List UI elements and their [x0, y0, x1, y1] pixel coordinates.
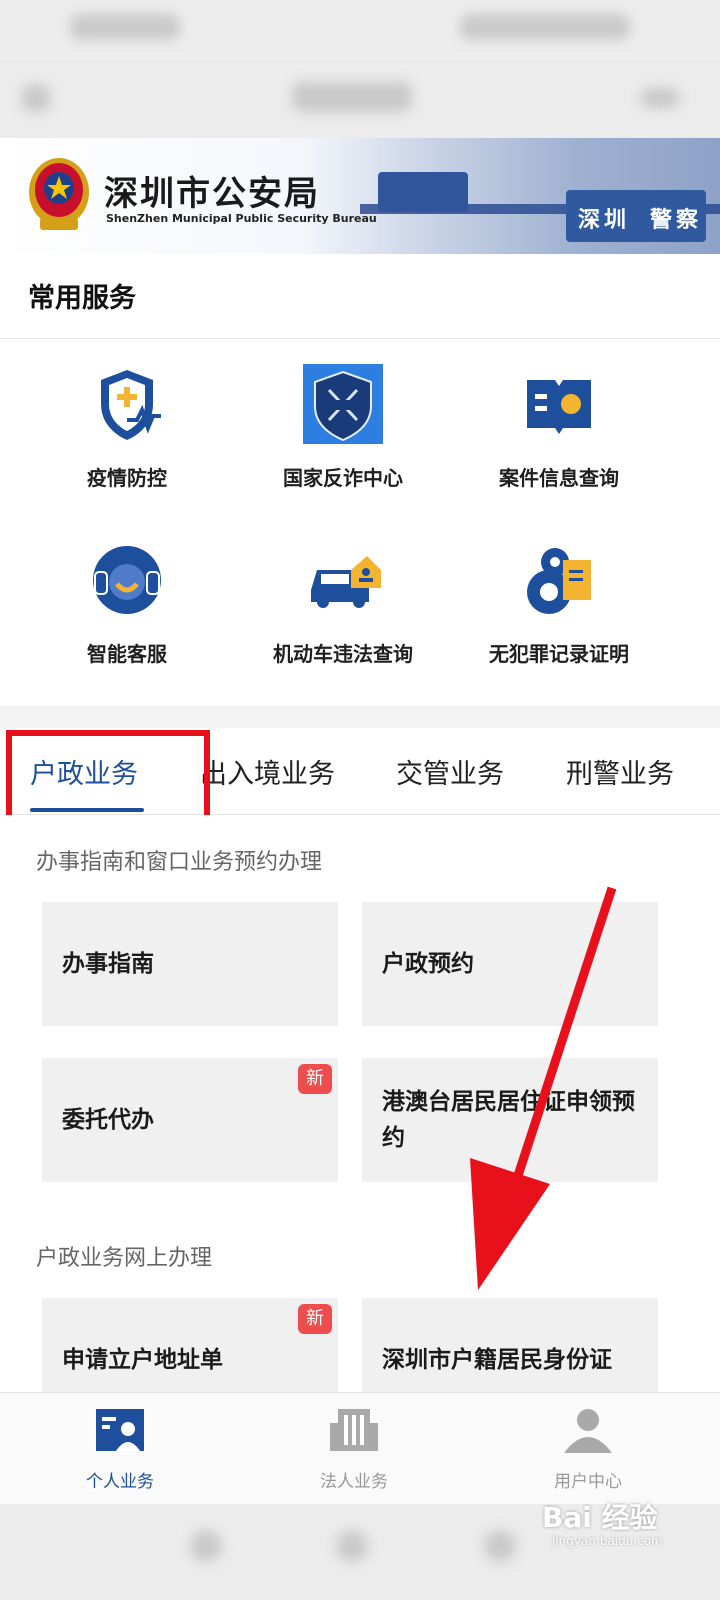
system-home-icon[interactable]: [336, 1530, 368, 1562]
bottom-navigation: 个人业务 法人业务 用户中心: [0, 1392, 720, 1504]
brand-title: 深圳市公安局: [104, 174, 320, 214]
system-back-icon[interactable]: [190, 1530, 222, 1562]
service-smart-support[interactable]: 智能客服: [12, 540, 242, 667]
card-guide[interactable]: 办事指南: [42, 902, 338, 1026]
card-title: 港澳台居民居住证申领预约: [382, 1089, 635, 1151]
service-label: 无犯罪记录证明: [489, 642, 629, 666]
service-no-crime-certificate[interactable]: 无犯罪记录证明: [444, 540, 674, 667]
card-title: 申请立户地址单: [62, 1347, 223, 1373]
nav-bar: [0, 60, 720, 138]
user-icon: [564, 1409, 612, 1453]
card-entrust[interactable]: 委托代办 新: [42, 1058, 338, 1182]
tab-traffic[interactable]: 交管业务: [396, 752, 504, 791]
tab-criminal[interactable]: 刑警业务: [566, 752, 674, 791]
card-household-appointment[interactable]: 户政预约: [362, 902, 658, 1026]
new-badge: 新: [298, 1304, 332, 1334]
tab-exit-entry[interactable]: 出入境业务: [200, 752, 335, 791]
service-label: 机动车违法查询: [273, 642, 413, 666]
status-time-blur: [70, 14, 180, 40]
card-title: 委托代办: [62, 1107, 154, 1133]
brand-subtitle: ShenZhen Municipal Public Security Burea…: [106, 212, 377, 225]
card-title: 深圳市户籍居民身份证: [382, 1347, 612, 1373]
service-label: 疫情防控: [87, 466, 167, 490]
banner-sign-text-1: 深圳: [578, 208, 631, 233]
service-label: 国家反诈中心: [283, 466, 403, 490]
watermark-logo: Bai 经验: [542, 1501, 658, 1534]
car-violation-icon: [311, 556, 381, 608]
personal-icon: [96, 1409, 144, 1451]
banner-sign: [378, 172, 468, 212]
no-crime-certificate-icon: [527, 548, 591, 614]
system-recent-icon[interactable]: [484, 1530, 516, 1562]
card-address-form[interactable]: 申请立户地址单 新: [42, 1298, 338, 1392]
banner-sign-text-2: 警察: [650, 208, 703, 233]
back-icon[interactable]: [22, 84, 50, 112]
divider: [0, 338, 720, 339]
nav-label: 用户中心: [554, 1472, 622, 1492]
common-services-title: 常用服务: [28, 283, 136, 314]
nav-label: 法人业务: [320, 1472, 388, 1492]
header-banner: 深圳 警察 深圳市公安局 ShenZhen Municipal Public S…: [0, 138, 720, 254]
service-epidemic[interactable]: 疫情防控: [12, 364, 242, 491]
more-icon[interactable]: [640, 88, 680, 108]
smart-service-icon: [93, 546, 161, 614]
watermark-url: jingyan.baidu.com: [552, 1534, 663, 1548]
service-anti-fraud[interactable]: 国家反诈中心: [228, 364, 458, 491]
card-hkmt-residence-permit[interactable]: 港澳台居民居住证申领预约: [362, 1058, 658, 1182]
building-icon: [330, 1409, 378, 1451]
service-label: 智能客服: [87, 642, 167, 666]
section-heading-guide: 办事指南和窗口业务预约办理: [36, 850, 323, 875]
service-case-query[interactable]: 案件信息查询: [444, 364, 674, 491]
nav-user-center[interactable]: 用户中心: [498, 1407, 678, 1492]
card-title: 户政预约: [382, 951, 474, 977]
new-badge: 新: [298, 1064, 332, 1094]
nav-title-blur: [292, 82, 412, 112]
nav-label: 个人业务: [86, 1472, 154, 1492]
service-vehicle-violation[interactable]: 机动车违法查询: [228, 540, 458, 667]
section-heading-online: 户政业务网上办理: [36, 1246, 213, 1271]
status-bar: [0, 0, 720, 60]
nav-corporate[interactable]: 法人业务: [264, 1407, 444, 1492]
shield-health-icon: [101, 370, 161, 440]
status-icons-blur: [460, 14, 630, 40]
card-shenzhen-id[interactable]: 深圳市户籍居民身份证: [362, 1298, 658, 1392]
case-search-icon: [527, 380, 592, 434]
nav-personal[interactable]: 个人业务: [30, 1407, 210, 1492]
service-label: 案件信息查询: [499, 466, 619, 490]
anti-fraud-badge-icon: [303, 364, 383, 444]
police-emblem-icon: [29, 158, 89, 230]
card-title: 办事指南: [62, 951, 154, 977]
